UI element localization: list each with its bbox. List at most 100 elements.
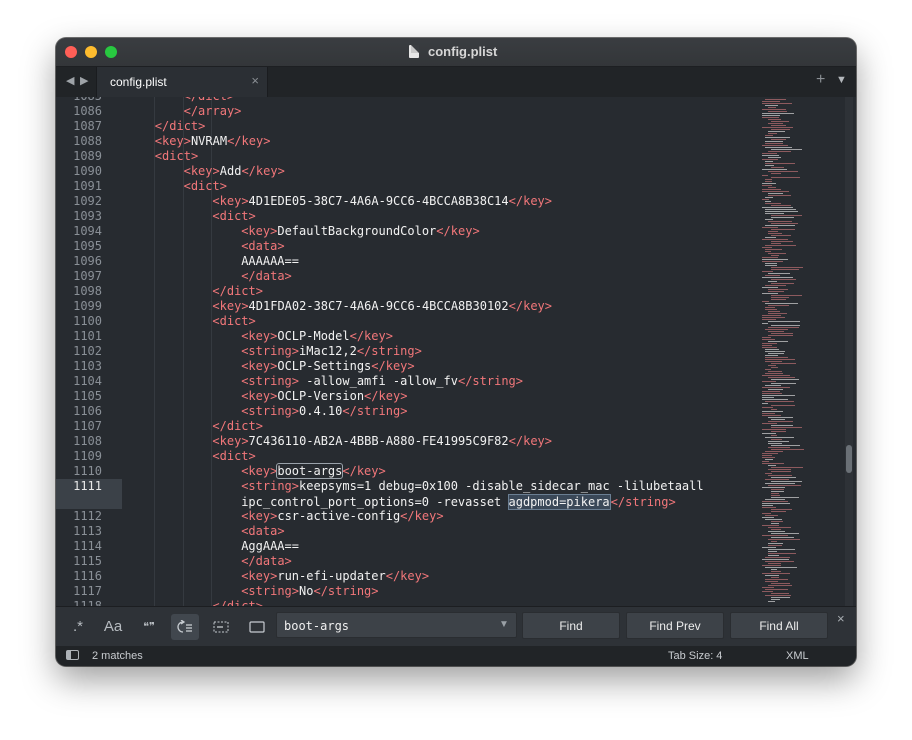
close-window-button[interactable] <box>65 46 77 58</box>
find-history-dropdown-icon[interactable]: ▼ <box>499 619 509 630</box>
xml-tag-token: < <box>212 194 220 208</box>
minimap-line <box>771 333 793 334</box>
minimap-line <box>765 249 782 250</box>
find-input[interactable]: boot-args <box>276 612 517 638</box>
minimap-line <box>765 143 783 144</box>
minimize-window-button[interactable] <box>85 46 97 58</box>
xml-tag-token: key <box>414 509 437 523</box>
minimap-line <box>768 107 776 108</box>
minimap-line <box>762 453 778 454</box>
line-number: 1109 <box>73 449 102 463</box>
xml-tag-token: > <box>255 419 263 433</box>
xml-tag-token: > <box>515 374 524 388</box>
code-line: 1099 <key>4D1FDA02-38C7-4A6A-9CC6-4BCCA8B… <box>56 299 846 314</box>
wrap-icon <box>177 619 192 633</box>
minimap-line <box>762 505 773 506</box>
code-line: 1114 AggAAA== <box>56 539 846 554</box>
line-number: 1113 <box>73 524 102 538</box>
minimap-line <box>765 137 790 138</box>
minimap-line <box>771 449 804 450</box>
code-line: 1096 AAAAAA== <box>56 254 846 269</box>
tab-size-indicator[interactable]: Tab Size: 4 <box>668 650 722 662</box>
minimap-line <box>771 129 790 130</box>
minimap-line <box>765 589 788 590</box>
zoom-window-button[interactable] <box>105 46 117 58</box>
xml-tag-token: key <box>523 434 545 448</box>
wrap-toggle[interactable] <box>171 614 199 640</box>
line-text: <dict> <box>155 149 198 164</box>
minimap-line <box>762 415 781 416</box>
minimap-line <box>771 383 796 384</box>
minimap-line <box>762 315 781 316</box>
minimap-line <box>762 259 788 260</box>
previous-tab-arrow-icon[interactable]: ◀ <box>66 74 74 87</box>
regex-toggle[interactable]: .* <box>64 614 92 640</box>
vertical-scrollbar[interactable] <box>845 97 853 606</box>
close-tab-icon[interactable]: × <box>251 73 259 88</box>
minimap-line <box>765 351 785 352</box>
line-number: 1103 <box>73 359 102 373</box>
minimap-line <box>762 323 768 324</box>
xml-tag-token: </ <box>364 389 379 403</box>
minimap-line <box>768 273 790 274</box>
in-selection-toggle[interactable] <box>207 614 235 640</box>
line-number: 1098 <box>73 284 102 298</box>
minimap-line <box>771 283 794 284</box>
tab-config-plist[interactable]: config.plist × <box>96 67 268 97</box>
minimap-line <box>771 537 794 538</box>
syntax-indicator[interactable]: XML <box>786 650 809 662</box>
xml-tag-token: > <box>248 314 256 328</box>
next-tab-arrow-icon[interactable]: ▶ <box>80 74 88 87</box>
code-editor[interactable]: 1085</dict>1086</array>1087</dict>1088<k… <box>56 97 856 606</box>
minimap-line <box>765 483 795 484</box>
xml-tag-token: > <box>407 359 415 373</box>
xml-tag-token: < <box>154 134 163 148</box>
minimap-line <box>762 113 794 114</box>
case-sensitive-toggle[interactable]: Aa <box>99 614 127 640</box>
scrollbar-thumb[interactable] <box>846 445 852 473</box>
highlight-matches-toggle[interactable] <box>243 614 271 640</box>
xml-tag-token: key <box>385 359 408 373</box>
minimap-line <box>768 551 777 552</box>
minimap-line <box>768 133 777 134</box>
find-all-button[interactable]: Find All <box>730 612 828 639</box>
whole-word-toggle[interactable]: ❝❞ <box>135 614 163 640</box>
minimap-line <box>771 529 781 530</box>
xml-tag-token: > <box>241 194 249 208</box>
xml-tag-token: > <box>291 584 300 598</box>
code-line: 1095 <data> <box>56 239 846 254</box>
minimap-line <box>771 243 781 244</box>
minimap-line <box>762 503 790 504</box>
xml-tag-token: key <box>400 569 422 583</box>
xml-tag-token: > <box>227 97 234 103</box>
line-number: 1099 <box>73 299 102 313</box>
xml-tag-token: key <box>356 464 379 478</box>
line-text: <key>OCLP-Settings</key> <box>241 359 414 374</box>
minimap-line <box>768 585 792 586</box>
minimap-line <box>771 267 803 268</box>
xml-tag-token: > <box>255 284 263 298</box>
close-find-panel-icon[interactable]: × <box>837 611 845 626</box>
xml-tag-token: key <box>248 224 271 238</box>
toggle-sidebar-icon[interactable] <box>66 650 79 660</box>
xml-tag-token: key <box>248 569 271 583</box>
minimap-line <box>771 491 784 492</box>
text-token: 7C436110-AB2A-4BBB-A880-FE41995C9F82 <box>248 434 509 448</box>
xml-tag-token: key <box>378 389 401 403</box>
match-count: 2 matches <box>92 650 143 662</box>
tab-menu-icon[interactable]: ▼ <box>836 74 847 86</box>
minimap-line <box>765 519 782 520</box>
new-tab-icon[interactable]: + <box>816 71 825 89</box>
minimap-line <box>768 353 784 354</box>
minimap-line <box>762 381 776 382</box>
find-prev-button[interactable]: Find Prev <box>626 612 724 639</box>
minimap-line <box>765 357 788 358</box>
minimap-line <box>768 321 800 322</box>
code-line: 1113 <data> <box>56 524 846 539</box>
minimap-line <box>771 205 791 206</box>
line-text: ipc_control_port_options=0 -revasset agd… <box>241 494 676 510</box>
find-button[interactable]: Find <box>522 612 620 639</box>
minimap[interactable] <box>762 97 842 606</box>
xml-tag-token: > <box>212 164 220 178</box>
minimap-line <box>765 359 795 360</box>
